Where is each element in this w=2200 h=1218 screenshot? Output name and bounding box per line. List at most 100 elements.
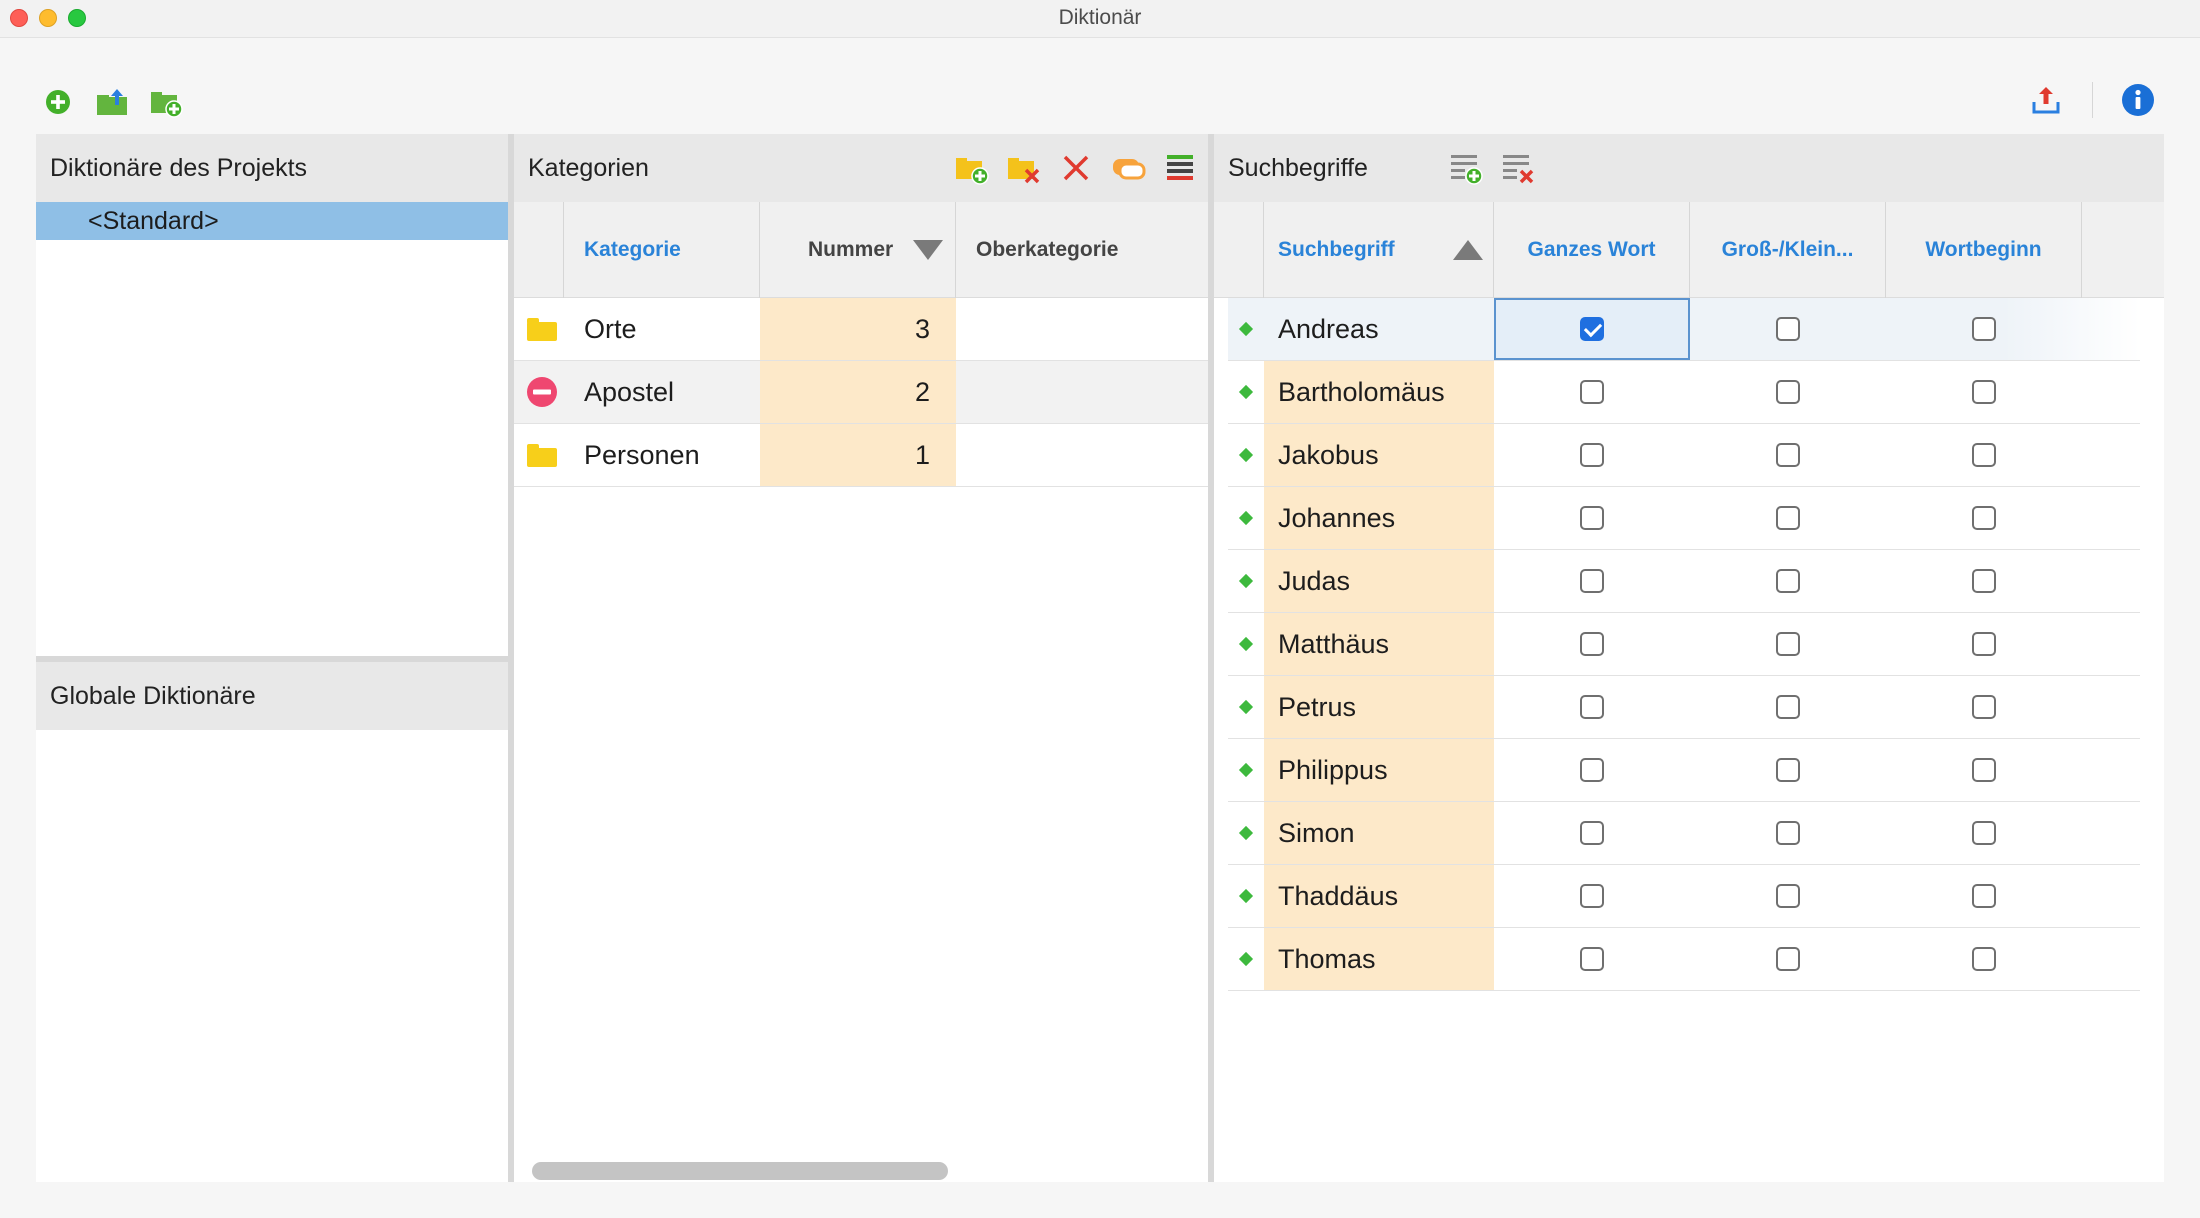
whole-word-checkbox[interactable] bbox=[1580, 947, 1604, 971]
category-name: Apostel bbox=[584, 376, 675, 407]
whole-word-checkbox-cell bbox=[1494, 550, 1690, 612]
color-category-button[interactable] bbox=[1108, 148, 1148, 188]
import-dictionary-button[interactable] bbox=[94, 84, 130, 120]
whole-word-checkbox[interactable] bbox=[1580, 758, 1604, 782]
delete-category-folder-button[interactable] bbox=[1004, 148, 1044, 188]
word-start-checkbox[interactable] bbox=[1972, 884, 1996, 908]
case-sensitive-checkbox-cell bbox=[1690, 865, 1886, 927]
search-terms-marker-column-header[interactable] bbox=[1214, 202, 1264, 298]
case-sensitive-checkbox[interactable] bbox=[1776, 884, 1800, 908]
column-header-kategorie[interactable]: Kategorie bbox=[564, 202, 760, 298]
categories-icon-column-header[interactable] bbox=[514, 202, 564, 298]
search-term-row[interactable]: Matthäus bbox=[1228, 613, 2140, 676]
word-start-checkbox[interactable] bbox=[1972, 569, 1996, 593]
column-header-gross-klein[interactable]: Groß-/Klein... bbox=[1690, 202, 1886, 298]
search-term-text: Thaddäus bbox=[1264, 865, 1494, 927]
search-term-text: Petrus bbox=[1264, 676, 1494, 738]
search-terms-panel: Suchbegriffe Suchbegriff Ganzes Wort Gro… bbox=[1214, 134, 2164, 1182]
word-start-checkbox[interactable] bbox=[1972, 443, 1996, 467]
whole-word-checkbox[interactable] bbox=[1580, 695, 1604, 719]
column-header-suchbegriff[interactable]: Suchbegriff bbox=[1264, 202, 1494, 298]
word-start-checkbox-cell bbox=[1886, 928, 2082, 990]
search-term-row[interactable]: Simon bbox=[1228, 802, 2140, 865]
search-term-row[interactable]: Jakobus bbox=[1228, 424, 2140, 487]
word-start-checkbox[interactable] bbox=[1972, 695, 1996, 719]
case-sensitive-checkbox[interactable] bbox=[1776, 380, 1800, 404]
search-term-row[interactable]: Thomas bbox=[1228, 928, 2140, 991]
case-sensitive-checkbox[interactable] bbox=[1776, 695, 1800, 719]
search-term-row[interactable]: Thaddäus bbox=[1228, 865, 2140, 928]
case-sensitive-checkbox[interactable] bbox=[1776, 947, 1800, 971]
whole-word-checkbox[interactable] bbox=[1580, 443, 1604, 467]
whole-word-checkbox-cell bbox=[1494, 424, 1690, 486]
whole-word-checkbox[interactable] bbox=[1580, 380, 1604, 404]
whole-word-checkbox-cell bbox=[1494, 361, 1690, 423]
add-category-icon bbox=[956, 158, 989, 185]
case-sensitive-checkbox[interactable] bbox=[1776, 569, 1800, 593]
add-dictionary-button[interactable] bbox=[42, 86, 74, 118]
category-name: Personen bbox=[584, 439, 700, 470]
project-dictionaries-header: Diktionäre des Projekts bbox=[36, 134, 508, 202]
export-button[interactable] bbox=[2028, 82, 2064, 118]
search-term-row[interactable]: Judas bbox=[1228, 550, 2140, 613]
whole-word-checkbox[interactable] bbox=[1580, 884, 1604, 908]
delete-search-term-button[interactable] bbox=[1498, 148, 1538, 188]
delete-category-folder-icon bbox=[1008, 158, 1040, 184]
word-start-checkbox[interactable] bbox=[1972, 317, 1996, 341]
word-start-checkbox[interactable] bbox=[1972, 380, 1996, 404]
word-start-checkbox[interactable] bbox=[1972, 632, 1996, 656]
search-term-row[interactable]: Bartholomäus bbox=[1228, 361, 2140, 424]
whole-word-checkbox[interactable] bbox=[1580, 506, 1604, 530]
case-sensitive-checkbox[interactable] bbox=[1776, 443, 1800, 467]
word-start-checkbox-cell bbox=[1886, 739, 2082, 801]
whole-word-checkbox[interactable] bbox=[1580, 569, 1604, 593]
word-start-checkbox-cell bbox=[1886, 676, 2082, 738]
case-sensitive-checkbox[interactable] bbox=[1776, 317, 1800, 341]
case-sensitive-checkbox[interactable] bbox=[1776, 506, 1800, 530]
whole-word-checkbox[interactable] bbox=[1580, 821, 1604, 845]
search-term-row[interactable]: Petrus bbox=[1228, 676, 2140, 739]
search-term-row[interactable]: Philippus bbox=[1228, 739, 2140, 802]
dictionary-item-label: <Standard> bbox=[88, 207, 219, 235]
info-icon bbox=[2122, 84, 2154, 116]
category-list-button[interactable] bbox=[1160, 148, 1200, 188]
category-number: 3 bbox=[760, 298, 956, 360]
word-start-checkbox[interactable] bbox=[1972, 506, 1996, 530]
category-list-icon bbox=[1167, 155, 1193, 180]
info-button[interactable] bbox=[2120, 82, 2156, 118]
global-dictionaries-header: Globale Diktionäre bbox=[36, 662, 508, 730]
word-start-checkbox[interactable] bbox=[1972, 947, 1996, 971]
search-term-row[interactable]: Johannes bbox=[1228, 487, 2140, 550]
whole-word-checkbox[interactable] bbox=[1580, 317, 1604, 341]
dictionary-item-standard[interactable]: <Standard> bbox=[36, 202, 508, 240]
categories-horizontal-scrollbar[interactable] bbox=[532, 1162, 948, 1180]
column-header-ganzes-wort[interactable]: Ganzes Wort bbox=[1494, 202, 1690, 298]
category-row[interactable]: Apostel 2 bbox=[514, 361, 1208, 424]
word-start-checkbox-cell bbox=[1886, 298, 2082, 360]
column-header-wortbeginn[interactable]: Wortbeginn bbox=[1886, 202, 2082, 298]
category-row[interactable]: Personen 1 bbox=[514, 424, 1208, 487]
whole-word-checkbox-cell bbox=[1494, 613, 1690, 675]
column-header-oberkategorie[interactable]: Oberkategorie bbox=[956, 202, 1208, 298]
case-sensitive-checkbox-cell bbox=[1690, 361, 1886, 423]
new-dictionary-folder-button[interactable] bbox=[148, 84, 184, 120]
case-sensitive-checkbox[interactable] bbox=[1776, 632, 1800, 656]
add-category-button[interactable] bbox=[952, 148, 992, 188]
delete-list-item-icon bbox=[1503, 155, 1534, 184]
search-term-row[interactable]: Andreas bbox=[1228, 298, 2140, 361]
case-sensitive-checkbox[interactable] bbox=[1776, 758, 1800, 782]
column-header-nummer[interactable]: Nummer bbox=[760, 202, 956, 298]
case-sensitive-checkbox[interactable] bbox=[1776, 821, 1800, 845]
word-start-checkbox[interactable] bbox=[1972, 821, 1996, 845]
whole-word-checkbox[interactable] bbox=[1580, 632, 1604, 656]
delete-button[interactable] bbox=[1056, 148, 1096, 188]
column-header-suchbegriff-label: Suchbegriff bbox=[1278, 238, 1395, 261]
word-start-checkbox-cell bbox=[1886, 361, 2082, 423]
search-term-text: Philippus bbox=[1264, 739, 1494, 801]
case-sensitive-checkbox-cell bbox=[1690, 550, 1886, 612]
category-row[interactable]: Orte 3 bbox=[514, 298, 1208, 361]
add-search-term-button[interactable] bbox=[1446, 148, 1486, 188]
category-parent bbox=[956, 424, 1208, 486]
remove-circle-icon bbox=[522, 361, 562, 423]
word-start-checkbox[interactable] bbox=[1972, 758, 1996, 782]
